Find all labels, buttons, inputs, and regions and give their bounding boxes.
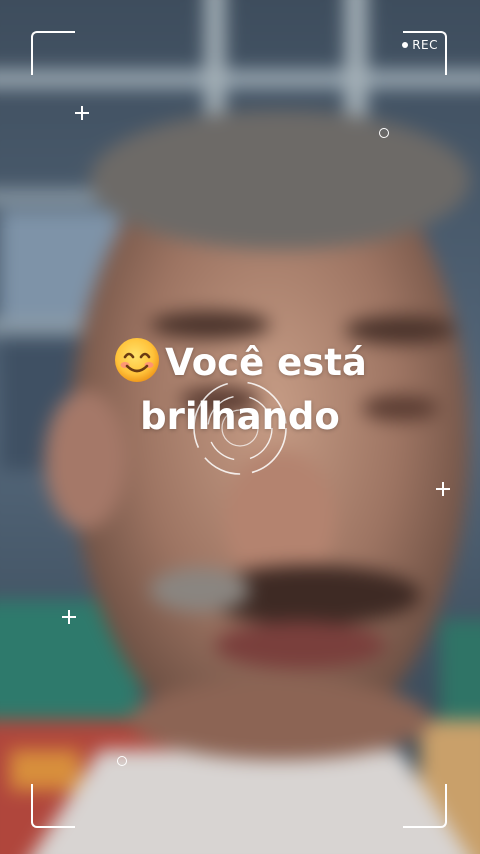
camera-filter-view: REC Você está brilhando — [0, 0, 480, 854]
caption-line-2: brilhando — [140, 395, 340, 438]
frame-corner-top-left-icon — [31, 31, 75, 75]
caption-line-1-text: Você está — [165, 341, 367, 384]
caption-text: Você está brilhando — [0, 336, 480, 444]
record-dot-icon — [402, 42, 409, 48]
smiling-face-with-smiling-eyes-icon — [115, 338, 160, 382]
recording-label: REC — [412, 38, 438, 52]
recording-indicator: REC — [402, 38, 438, 52]
sparkle-ring-icon — [117, 756, 127, 766]
sparkle-plus-icon — [436, 482, 450, 496]
caption-line-1: Você está — [0, 336, 480, 390]
frame-corner-bottom-left-icon — [31, 784, 75, 828]
frame-corner-bottom-right-icon — [403, 784, 447, 828]
sparkle-plus-icon — [62, 610, 76, 624]
sparkle-plus-icon — [75, 106, 89, 120]
sparkle-ring-icon — [379, 128, 389, 138]
